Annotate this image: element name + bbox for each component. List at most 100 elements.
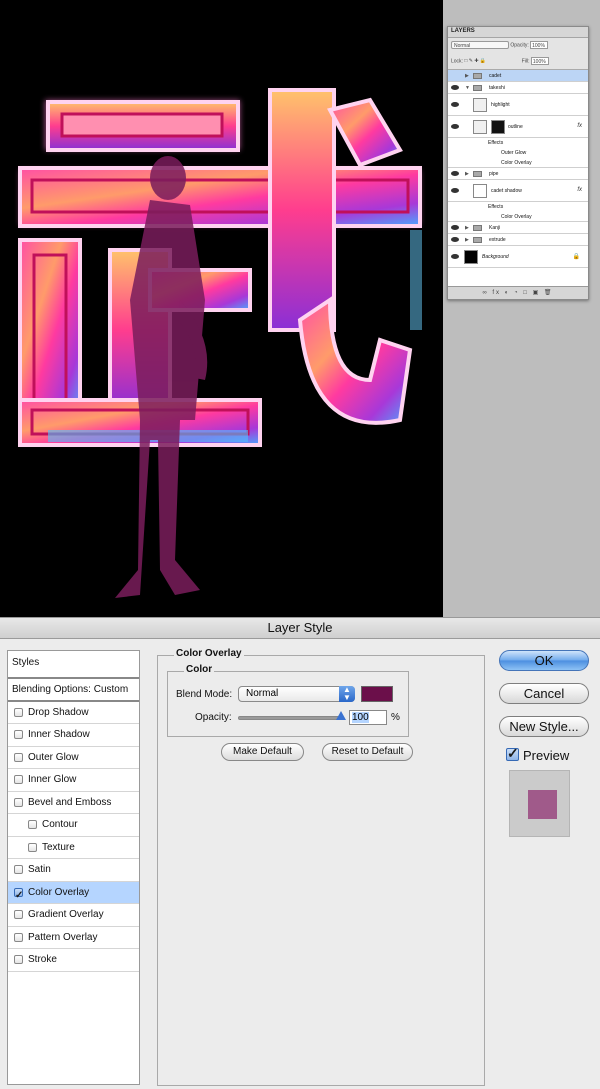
style-item-stroke[interactable]: Stroke bbox=[8, 949, 139, 972]
style-checkbox[interactable] bbox=[14, 775, 23, 784]
opacity-input[interactable]: 100 bbox=[349, 710, 387, 725]
document-canvas[interactable] bbox=[0, 0, 443, 617]
style-label: Gradient Overlay bbox=[28, 909, 104, 920]
cancel-button[interactable]: Cancel bbox=[499, 683, 589, 704]
layer-blend-mode-select[interactable]: Normal bbox=[451, 41, 509, 49]
style-label: Texture bbox=[42, 841, 75, 853]
styles-header[interactable]: Styles bbox=[8, 651, 139, 679]
style-item-color-overlay[interactable]: Color Overlay bbox=[8, 881, 139, 907]
effects-row[interactable]: Effects bbox=[448, 138, 588, 148]
expand-triangle-icon[interactable]: ▶ bbox=[465, 171, 469, 177]
style-checkbox[interactable] bbox=[14, 910, 23, 919]
layer-opacity-input[interactable]: 100% bbox=[530, 41, 549, 49]
layer-name: cadet shadow bbox=[491, 188, 522, 194]
visibility-eye-icon[interactable] bbox=[451, 102, 459, 107]
folder-icon bbox=[473, 85, 482, 91]
folder-icon bbox=[473, 237, 482, 243]
layer-row-background[interactable]: Background 🔒 bbox=[448, 246, 588, 268]
style-checkbox[interactable] bbox=[28, 820, 37, 829]
style-item-pattern-overlay[interactable]: Pattern Overlay bbox=[8, 927, 139, 949]
folder-icon bbox=[473, 171, 482, 177]
style-item-bevel-and-emboss[interactable]: Bevel and Emboss bbox=[8, 792, 139, 814]
effects-label: Effects bbox=[488, 204, 504, 210]
opacity-slider-knob[interactable] bbox=[336, 711, 346, 720]
visibility-eye-icon[interactable] bbox=[451, 225, 459, 230]
lock-icons[interactable]: □ ✎ ✚ 🔒 bbox=[464, 58, 520, 64]
layers-footer-icons[interactable]: ∞ fx ◐ ◔ □ ▣ 🗑 bbox=[448, 286, 588, 299]
style-checkbox[interactable] bbox=[14, 797, 23, 807]
blending-options-item[interactable]: Blending Options: Custom bbox=[8, 679, 139, 702]
layer-row-outline[interactable]: outline fx bbox=[448, 116, 588, 138]
effect-row-outer-glow[interactable]: Outer Glow bbox=[448, 148, 588, 158]
style-item-texture[interactable]: Texture bbox=[8, 837, 139, 859]
layers-tab[interactable]: LAYERS bbox=[448, 27, 588, 38]
layer-name: pipe bbox=[489, 171, 499, 177]
style-checkbox[interactable] bbox=[14, 885, 23, 907]
expand-triangle-icon[interactable]: ▶ bbox=[465, 225, 469, 231]
effect-row-color-overlay[interactable]: Color Overlay bbox=[448, 212, 588, 222]
visibility-eye-icon[interactable] bbox=[451, 237, 459, 242]
collapse-triangle-icon[interactable]: ▼ bbox=[465, 85, 470, 91]
layer-row-cadet[interactable]: ▶ cadet bbox=[448, 70, 588, 82]
effect-name: Color Overlay bbox=[501, 214, 532, 220]
layer-name: highlight bbox=[491, 102, 510, 108]
style-checkbox[interactable] bbox=[14, 730, 23, 739]
overlay-color-swatch[interactable] bbox=[361, 686, 393, 702]
fill-input[interactable]: 100% bbox=[530, 57, 549, 65]
style-item-outer-glow[interactable]: Outer Glow bbox=[8, 747, 139, 769]
expand-triangle-icon[interactable]: ▶ bbox=[465, 237, 469, 243]
style-item-drop-shadow[interactable]: Drop Shadow bbox=[8, 702, 139, 724]
make-default-button[interactable]: Make Default bbox=[221, 743, 304, 761]
layer-row-extrude[interactable]: ▶ extrude bbox=[448, 234, 588, 246]
reset-to-default-button[interactable]: Reset to Default bbox=[322, 743, 413, 761]
style-checkbox[interactable] bbox=[28, 842, 37, 852]
dialog-title: Layer Style bbox=[0, 617, 600, 639]
style-item-gradient-overlay[interactable]: Gradient Overlay bbox=[8, 904, 139, 927]
style-checkbox[interactable] bbox=[14, 752, 23, 762]
style-label: Inner Glow bbox=[28, 774, 77, 785]
style-label: Color Overlay bbox=[28, 886, 90, 898]
opacity-label: Opacity: bbox=[195, 712, 232, 723]
opacity-slider[interactable] bbox=[238, 716, 342, 720]
visibility-eye-icon[interactable] bbox=[451, 188, 459, 193]
expand-triangle-icon[interactable]: ▶ bbox=[465, 73, 469, 79]
section-title: Color Overlay bbox=[174, 648, 244, 659]
layer-row-pipe[interactable]: ▶ pipe bbox=[448, 168, 588, 180]
layers-blend-row: Normal Opacity: 100% bbox=[451, 41, 549, 49]
layer-opacity-label: Opacity: bbox=[510, 42, 529, 49]
style-item-inner-glow[interactable]: Inner Glow bbox=[8, 769, 139, 792]
percent-unit: % bbox=[391, 712, 400, 723]
layer-row-kanji[interactable]: ▶ Kanji bbox=[448, 222, 588, 234]
ok-button[interactable]: OK bbox=[499, 650, 589, 671]
visibility-eye-icon[interactable] bbox=[451, 171, 459, 176]
effect-row-color-overlay[interactable]: Color Overlay bbox=[448, 158, 588, 168]
color-group bbox=[167, 671, 409, 737]
layers-panel[interactable]: LAYERS Normal Opacity: 100% Lock: □ ✎ ✚ … bbox=[447, 26, 589, 300]
style-item-contour[interactable]: Contour bbox=[8, 814, 139, 837]
visibility-eye-icon[interactable] bbox=[451, 124, 459, 129]
effects-row[interactable]: Effects bbox=[448, 202, 588, 212]
layer-row-cadet-shadow[interactable]: cadet shadow fx bbox=[448, 180, 588, 202]
opacity-slider-fill bbox=[239, 717, 341, 719]
opacity-value: 100 bbox=[352, 712, 369, 723]
visibility-eye-icon[interactable] bbox=[451, 254, 459, 259]
blend-mode-select[interactable]: Normal ▲ ▼ bbox=[238, 686, 355, 702]
blending-options-label: Blending Options: Custom bbox=[12, 684, 129, 695]
fx-icon[interactable]: fx bbox=[577, 123, 582, 129]
style-item-satin[interactable]: Satin bbox=[8, 859, 139, 882]
layers-lock-row: Lock: □ ✎ ✚ 🔒 Fill: 100% bbox=[451, 57, 549, 65]
style-checkbox[interactable] bbox=[14, 932, 23, 942]
style-label: Drop Shadow bbox=[28, 706, 89, 718]
style-label: Bevel and Emboss bbox=[28, 796, 112, 808]
layer-row-highlight[interactable]: highlight bbox=[448, 94, 588, 116]
layer-row-takeshi[interactable]: ▼ takeshi bbox=[448, 82, 588, 94]
fx-icon[interactable]: fx bbox=[577, 187, 582, 193]
style-checkbox[interactable] bbox=[14, 707, 23, 717]
new-style-button[interactable]: New Style... bbox=[499, 716, 589, 737]
style-checkbox[interactable] bbox=[14, 865, 23, 874]
preview-checkbox[interactable] bbox=[506, 745, 519, 762]
style-item-inner-shadow[interactable]: Inner Shadow bbox=[8, 724, 139, 747]
kanji-artwork bbox=[18, 88, 422, 598]
visibility-eye-icon[interactable] bbox=[451, 85, 459, 90]
style-checkbox[interactable] bbox=[14, 955, 23, 964]
